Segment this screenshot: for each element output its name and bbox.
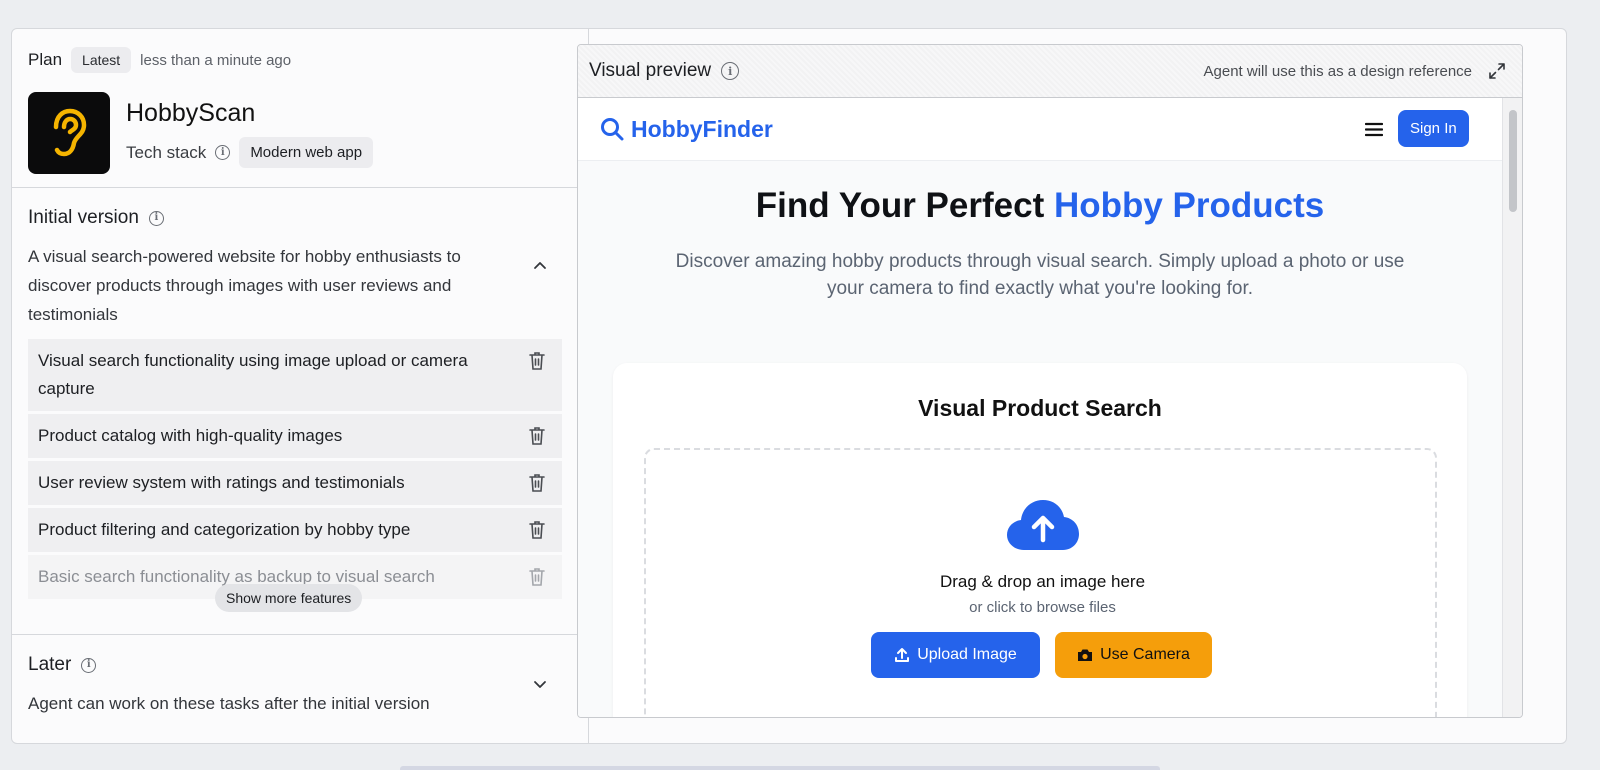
upload-icon [895, 648, 910, 662]
visual-search-card: Visual Product Search Drag & drop an ima… [613, 363, 1467, 717]
initial-version-heading: Initial version i [28, 207, 164, 229]
hero-title-plain: Find Your Perfect [755, 186, 1054, 225]
tech-stack-label: Tech stack [126, 142, 207, 162]
menu-icon[interactable] [1365, 122, 1383, 137]
app-icon [28, 92, 110, 174]
upload-image-label: Upload Image [917, 646, 1017, 663]
preview-scrollbar[interactable] [1502, 98, 1522, 717]
tech-stack-row: Tech stack i Modern web app [126, 137, 374, 168]
site-navbar: HobbyFinder Sign In [578, 98, 1502, 161]
info-icon[interactable]: i [215, 145, 231, 160]
trash-icon[interactable] [528, 426, 546, 446]
preview-site: HobbyFinder Sign In Find Your Perfect Ho… [578, 98, 1502, 717]
site-brand-name: HobbyFinder [631, 116, 773, 142]
later-description: Agent can work on these tasks after the … [28, 694, 430, 713]
chevron-up-icon[interactable] [531, 257, 549, 275]
plan-card: Plan Latest less than a minute ago Hobby… [11, 28, 1567, 744]
feature-text: Visual search functionality using image … [38, 351, 468, 398]
tech-stack-chip: Modern web app [239, 137, 374, 168]
plan-panel: Plan Latest less than a minute ago Hobby… [12, 29, 589, 743]
show-more-features-button[interactable]: Show more features [215, 584, 363, 612]
plan-header: Plan Latest less than a minute ago [28, 47, 291, 73]
info-icon[interactable]: i [81, 657, 97, 673]
trash-icon[interactable] [528, 567, 546, 587]
sign-in-button[interactable]: Sign In [1398, 110, 1469, 147]
visual-search-title: Visual Product Search [918, 395, 1162, 421]
upload-image-button[interactable]: Upload Image [871, 632, 1040, 678]
preview-title: Visual preview [589, 60, 712, 81]
preview-header: Visual preview i Agent will use this as … [578, 45, 1522, 98]
app-name: HobbyScan [126, 99, 256, 127]
trash-icon[interactable] [528, 351, 546, 371]
feature-item: User review system with ratings and test… [28, 461, 562, 505]
use-camera-button[interactable]: Use Camera [1055, 632, 1212, 678]
preview-heading: Visual preview i [589, 60, 740, 82]
later-heading: Later i [28, 654, 97, 676]
image-dropzone[interactable]: Drag & drop an image here or click to br… [644, 448, 1437, 717]
hero-title: Find Your Perfect Hobby Products [578, 186, 1502, 226]
feature-item: Product catalog with high-quality images [28, 414, 562, 458]
divider [12, 634, 589, 635]
dropzone-title: Drag & drop an image here [939, 572, 1146, 591]
plan-timestamp: less than a minute ago [140, 51, 292, 69]
dropzone-subtitle: or click to browse files [969, 599, 1116, 616]
info-icon[interactable]: i [721, 62, 740, 80]
feature-list: Visual search functionality using image … [28, 339, 562, 602]
feature-item: Visual search functionality using image … [28, 339, 562, 411]
hero-title-accent: Hobby Products [1053, 186, 1325, 225]
cloud-upload-icon [1007, 500, 1079, 550]
bottom-edge-bar [400, 766, 1160, 770]
feature-text: Product catalog with high-quality images [38, 426, 343, 445]
chevron-down-icon[interactable] [531, 675, 549, 693]
divider [12, 187, 589, 188]
preview-note: Agent will use this as a design referenc… [1203, 63, 1472, 80]
trash-icon[interactable] [528, 473, 546, 493]
scrollbar-thumb[interactable] [1509, 110, 1517, 212]
feature-item: Product filtering and categorization by … [28, 508, 562, 552]
later-title: Later [28, 654, 72, 675]
ear-icon [53, 108, 87, 157]
feature-text: Product filtering and categorization by … [38, 520, 411, 539]
initial-version-description: A visual search-powered website for hobb… [28, 247, 461, 324]
plan-label: Plan [28, 50, 63, 69]
hero-subtitle: Discover amazing hobby products through … [675, 251, 1405, 299]
search-icon [601, 118, 624, 141]
site-brand[interactable]: HobbyFinder [600, 116, 773, 143]
use-camera-label: Use Camera [1100, 646, 1190, 663]
feature-text: User review system with ratings and test… [38, 473, 405, 492]
latest-badge: Latest [71, 47, 132, 73]
visual-preview-panel: Visual preview i Agent will use this as … [577, 44, 1523, 718]
expand-icon[interactable] [1488, 62, 1506, 80]
info-icon[interactable]: i [148, 210, 164, 226]
camera-icon [1078, 649, 1093, 661]
trash-icon[interactable] [528, 520, 546, 540]
initial-version-title: Initial version [28, 207, 139, 228]
